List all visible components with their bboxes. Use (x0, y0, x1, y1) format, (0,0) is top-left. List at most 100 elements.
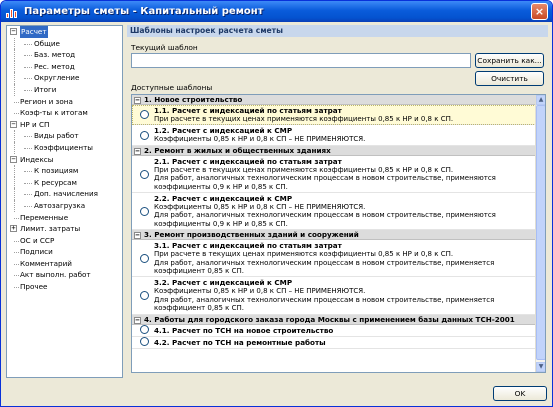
tree-connector (14, 287, 19, 289)
template-item[interactable]: 1.2. Расчет с индексацией к СМР Коэффицие… (132, 125, 536, 146)
scroll-thumb[interactable] (536, 105, 545, 360)
tree-connector (14, 113, 19, 115)
tree-item[interactable]: Доп. начисления (7, 188, 122, 200)
radio-icon[interactable] (140, 110, 149, 120)
tree-item[interactable]: + Лимит. затраты (7, 223, 122, 235)
radio-icon[interactable] (140, 206, 149, 216)
window-title: Параметры сметы - Капитальный ремонт (24, 6, 264, 17)
tree-connector (14, 37, 15, 50)
tree-item[interactable]: Рес. метод (7, 60, 122, 73)
tree-connector (14, 188, 15, 200)
tree-item-label: Коэф-ты к итогам (20, 108, 88, 118)
template-description: Коэффициенты 0,85 к НР и 0,8 к СП – НЕ П… (154, 135, 366, 144)
tree-expander-icon[interactable]: − (10, 120, 17, 128)
tree-item[interactable]: Регион и зона (7, 96, 122, 108)
radio-icon[interactable] (140, 337, 149, 347)
tree-item[interactable]: Подписи (7, 246, 122, 258)
template-title: 3.1. Расчет с индексацией по статьям зат… (154, 241, 342, 251)
radio-icon[interactable] (140, 130, 149, 140)
template-description: коэффициенты 0,9 к НР и 0,85 к СП. (154, 182, 288, 191)
tree-item[interactable]: Прочее (7, 281, 122, 293)
tree-item-label: Коэффициенты (34, 142, 93, 152)
tree-connector (14, 252, 19, 254)
tree-expander-icon[interactable]: − (10, 28, 17, 35)
template-description: Для работ, аналогичных технологическим п… (154, 258, 495, 267)
tree-item[interactable]: − НР и СП (7, 119, 122, 131)
template-group-header[interactable]: −4. Работы для городского заказа города … (132, 314, 536, 325)
collapse-icon[interactable]: − (134, 316, 141, 324)
panel-header: Шаблоны настроек расчета сметы (127, 25, 548, 37)
template-description: коэффициенты 0,9 к НР и 0,85 к СП. (154, 219, 288, 228)
template-item[interactable]: 4.1. Расчет по ТСН на новое строительств… (132, 325, 536, 337)
tree-connector (24, 171, 32, 173)
tree-item-label: Итоги (34, 84, 57, 94)
template-group-header[interactable]: −3. Ремонт производственных зданий и соо… (132, 230, 536, 241)
template-item[interactable]: 4.2. Расчет по ТСН на ремонтные работы (132, 337, 536, 349)
template-title: 1.1. Расчет с индексацией по статьям зат… (154, 106, 342, 115)
scroll-up-icon[interactable]: ▲ (536, 95, 545, 105)
tree-connector (14, 176, 15, 189)
tree-item-label: Лимит. затраты (20, 224, 81, 234)
current-template-label: Текущий шаблон (131, 43, 198, 52)
templates-panel: Шаблоны настроек расчета сметы Текущий ш… (127, 25, 548, 378)
tree-item-label: Подписи (20, 247, 53, 257)
tree-item[interactable]: Коэффициенты (7, 141, 122, 154)
template-group-header[interactable]: −2. Ремонт в жилых и общественных здания… (132, 145, 536, 156)
template-title: 4.1. Расчет по ТСН на новое строительств… (154, 325, 334, 335)
template-group-header[interactable]: −1. Новое строительство (132, 95, 536, 105)
tree-connector (14, 60, 15, 73)
tree-item[interactable]: ОС и ССР (7, 235, 122, 247)
tree-item[interactable]: Переменные (7, 212, 122, 224)
tree-connector (14, 165, 15, 177)
tree-item-label: Регион и зона (20, 96, 73, 106)
clear-button[interactable]: Очистить (475, 71, 544, 86)
tree-connector (14, 130, 15, 142)
tree-item[interactable]: Итоги (7, 83, 122, 96)
collapse-icon[interactable]: − (134, 232, 141, 240)
tree-item[interactable]: − Расчет (7, 26, 122, 38)
tree-item[interactable]: Акт выполн. работ (7, 269, 122, 281)
group-title: 2. Ремонт в жилых и общественных зданиях (144, 145, 331, 155)
tree-item-label: К позициям (34, 166, 79, 176)
tree-item-label: Автозагрузка (34, 200, 86, 210)
tree-expander-icon[interactable]: + (10, 225, 17, 233)
tree-item[interactable]: Автозагрузка (7, 199, 122, 212)
tree-item-label: Доп. начисления (34, 189, 98, 199)
template-item[interactable]: 3.2. Расчет с индексацией к СМР Коэффицие… (132, 277, 536, 315)
save-as-button[interactable]: Сохранить как... (475, 53, 544, 68)
radio-icon[interactable] (140, 325, 149, 335)
tree-item[interactable]: К ресурсам (7, 176, 122, 189)
radio-icon[interactable] (140, 253, 149, 263)
template-item[interactable]: 2.2. Расчет с индексацией к СМР Коэффицие… (132, 193, 536, 231)
tree-item-label: К ресурсам (34, 177, 77, 187)
collapse-icon[interactable]: − (134, 147, 141, 155)
template-description: коэффициент 0,85 к СП. (154, 304, 245, 313)
radio-icon[interactable] (140, 291, 149, 301)
vertical-scrollbar[interactable]: ▲ ▼ (535, 95, 545, 372)
current-template-field[interactable] (131, 53, 471, 68)
scroll-down-icon[interactable]: ▼ (536, 362, 545, 372)
tree-item[interactable]: Округление (7, 72, 122, 84)
tree-item-label: НР и СП (20, 119, 50, 129)
template-item[interactable]: 1.1. Расчет с индексацией по статьям зат… (132, 105, 536, 126)
template-title: 1.2. Расчет с индексацией к СМР (154, 126, 293, 136)
tree-item[interactable]: Общие (7, 37, 122, 50)
tree-item[interactable]: Коэф-ты к итогам (7, 107, 122, 119)
tree-item[interactable]: − Индексы (7, 154, 122, 166)
tree-connector (24, 205, 32, 207)
collapse-icon[interactable]: − (134, 97, 141, 104)
tree-connector (14, 199, 15, 212)
tree-expander-icon[interactable]: − (10, 155, 17, 163)
tree-item[interactable]: Комментарий (7, 258, 122, 270)
tree-item[interactable]: Виды работ (7, 130, 122, 142)
tree-item[interactable]: Баз. метод (7, 49, 122, 61)
ok-button[interactable]: OK (493, 386, 547, 401)
close-icon[interactable]: × (531, 3, 548, 20)
tree-item[interactable]: К позициям (7, 165, 122, 177)
title-bar[interactable]: Параметры сметы - Капитальный ремонт × (1, 1, 552, 22)
radio-icon[interactable] (140, 169, 149, 179)
dialog-window: Параметры сметы - Капитальный ремонт × −… (0, 0, 553, 407)
template-item[interactable]: 3.1. Расчет с индексацией по статьям зат… (132, 240, 536, 278)
template-item[interactable]: 2.1. Расчет с индексацией по статьям зат… (132, 156, 536, 194)
tree-item-label: Виды работ (34, 131, 79, 141)
